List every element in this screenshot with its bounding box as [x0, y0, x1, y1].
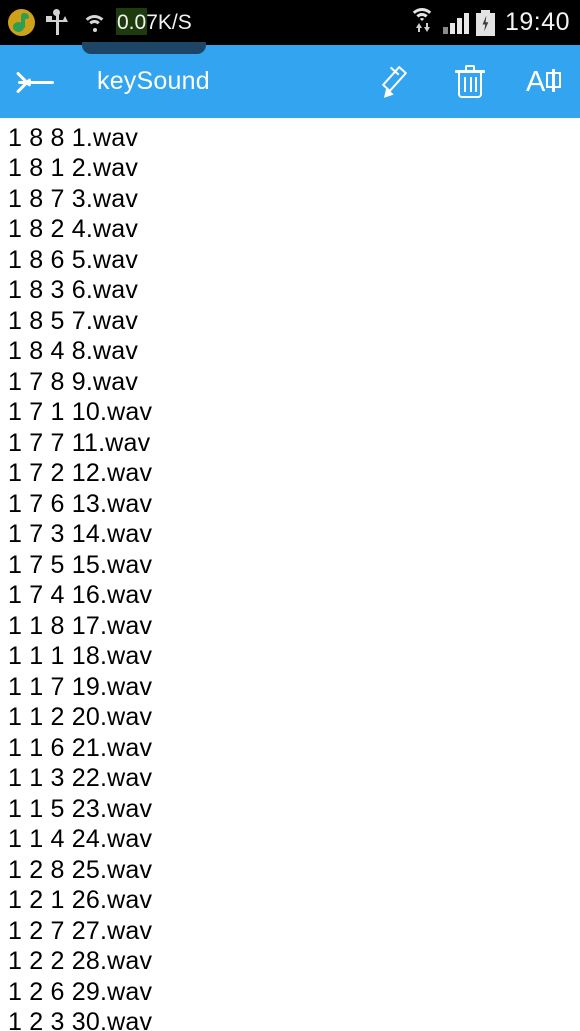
- wifi-icon: [82, 13, 108, 33]
- app-bar-actions: A: [372, 45, 568, 118]
- phone-screen: 0.07K/S 19:40 keySound A 1 8 8 1.wav 1 8…: [0, 0, 580, 1031]
- cellular-signal-icon: [442, 12, 469, 34]
- network-speed-text: 0.07K/S: [117, 11, 192, 34]
- file-list-item[interactable]: 1 8 8 1.wav: [0, 123, 580, 154]
- file-list-item[interactable]: 1 7 8 9.wav: [0, 367, 580, 398]
- file-list-item[interactable]: 1 1 1 18.wav: [0, 642, 580, 673]
- delete-button[interactable]: [448, 45, 492, 118]
- file-list-item[interactable]: 1 2 6 29.wav: [0, 977, 580, 1008]
- status-bar: 0.07K/S 19:40: [0, 0, 580, 45]
- file-list-item[interactable]: 1 2 8 25.wav: [0, 855, 580, 886]
- network-speed-indicator: 0.07K/S: [116, 0, 192, 45]
- wifi-transfer-icon: [408, 7, 436, 38]
- file-list-item[interactable]: 1 8 1 2.wav: [0, 154, 580, 185]
- music-note-icon: [8, 9, 35, 36]
- file-list-item[interactable]: 1 1 8 17.wav: [0, 611, 580, 642]
- back-button[interactable]: [0, 45, 72, 118]
- edit-icon: [377, 65, 411, 101]
- edit-button[interactable]: [372, 45, 416, 118]
- file-list-item[interactable]: 1 1 7 19.wav: [0, 672, 580, 703]
- file-list-item[interactable]: 1 8 5 7.wav: [0, 306, 580, 337]
- file-list-item[interactable]: 1 1 2 20.wav: [0, 703, 580, 734]
- file-list-item[interactable]: 1 8 6 5.wav: [0, 245, 580, 276]
- file-list-item[interactable]: 1 2 2 28.wav: [0, 947, 580, 978]
- page-title: keySound: [97, 67, 210, 95]
- file-list-item[interactable]: 1 8 4 8.wav: [0, 337, 580, 368]
- translate-icon: A: [526, 66, 566, 98]
- file-list-item[interactable]: 1 7 3 14.wav: [0, 520, 580, 551]
- file-list[interactable]: 1 8 8 1.wav 1 8 1 2.wav 1 8 7 3.wav 1 8 2 4…: [0, 118, 580, 1031]
- file-list-item[interactable]: 1 7 1 10.wav: [0, 398, 580, 429]
- status-bar-right-icons: 19:40: [408, 0, 570, 45]
- translate-button[interactable]: A: [524, 45, 568, 118]
- file-list-item[interactable]: 1 2 3 30.wav: [0, 1008, 580, 1031]
- file-list-item[interactable]: 1 7 4 16.wav: [0, 581, 580, 612]
- file-list-item[interactable]: 1 2 7 27.wav: [0, 916, 580, 947]
- file-list-item[interactable]: 1 7 7 11.wav: [0, 428, 580, 459]
- file-list-item[interactable]: 1 8 2 4.wav: [0, 215, 580, 246]
- usb-icon: [46, 8, 68, 37]
- file-list-item[interactable]: 1 8 7 3.wav: [0, 184, 580, 215]
- file-list-item[interactable]: 1 8 3 6.wav: [0, 276, 580, 307]
- status-bar-clock: 19:40: [504, 8, 570, 36]
- file-list-item[interactable]: 1 1 4 24.wav: [0, 825, 580, 856]
- notification-shade-handle: [82, 42, 206, 54]
- file-list-item[interactable]: 1 7 6 13.wav: [0, 489, 580, 520]
- file-list-item[interactable]: 1 2 1 26.wav: [0, 886, 580, 917]
- file-list-item[interactable]: 1 7 5 15.wav: [0, 550, 580, 581]
- app-bar: keySound A: [0, 45, 580, 118]
- delete-icon: [455, 64, 485, 99]
- back-arrow-icon: [15, 67, 56, 97]
- file-list-item[interactable]: 1 1 6 21.wav: [0, 733, 580, 764]
- status-bar-left-icons: 0.07K/S: [0, 0, 192, 45]
- battery-charging-icon: [475, 9, 495, 36]
- file-list-item[interactable]: 1 1 5 23.wav: [0, 794, 580, 825]
- file-list-item[interactable]: 1 7 2 12.wav: [0, 459, 580, 490]
- file-list-item[interactable]: 1 1 3 22.wav: [0, 764, 580, 795]
